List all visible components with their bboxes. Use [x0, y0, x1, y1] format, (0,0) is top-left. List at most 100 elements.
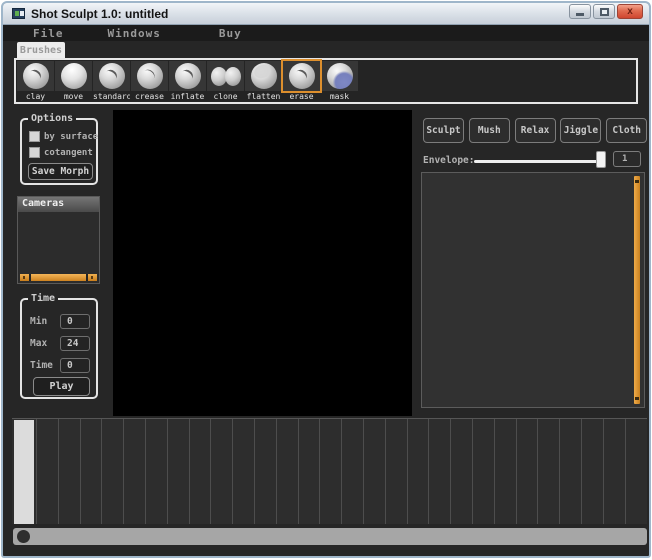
- cameras-panel[interactable]: Cameras: [17, 196, 100, 284]
- save-morph-button[interactable]: Save Morph: [28, 163, 93, 180]
- menu-item-buy[interactable]: Buy: [219, 27, 242, 40]
- timeline-gridline: [559, 419, 560, 524]
- checkbox-icon[interactable]: [29, 131, 40, 142]
- timeline-playhead[interactable]: [14, 420, 34, 524]
- scrollbar-left-cap[interactable]: [20, 274, 29, 281]
- maximize-button[interactable]: [593, 4, 615, 19]
- brush-cell-erase[interactable]: [283, 61, 320, 91]
- time-title: Time: [28, 293, 58, 304]
- scrollbar-knob[interactable]: [17, 530, 30, 543]
- time-row-min: Min 0: [30, 314, 90, 329]
- title-bar[interactable]: Shot Sculpt 1.0: untitled x: [3, 3, 649, 25]
- scrollbar-right-cap[interactable]: [88, 274, 97, 281]
- timeline-gridline: [603, 419, 604, 524]
- close-button[interactable]: x: [617, 4, 643, 19]
- brush-cell-mask[interactable]: [321, 61, 358, 91]
- app-icon: [12, 8, 25, 19]
- mode-button-jiggle[interactable]: Jiggle: [560, 118, 601, 143]
- time-row-max: Max 24: [30, 336, 90, 351]
- minimize-button[interactable]: [569, 4, 591, 19]
- brush-sphere-icon: [137, 63, 163, 89]
- list-vertical-scrollbar[interactable]: [634, 176, 640, 404]
- timeline-gridline: [145, 419, 146, 524]
- menu-item-windows[interactable]: Windows: [108, 27, 161, 40]
- timeline-gridline: [123, 419, 124, 524]
- timeline-gridline: [341, 419, 342, 524]
- brush-cell-standard[interactable]: [93, 61, 130, 91]
- cameras-header: Cameras: [18, 197, 99, 212]
- max-label: Max: [30, 338, 60, 349]
- timeline-horizontal-scrollbar[interactable]: [13, 528, 647, 545]
- timeline-gridline: [428, 419, 429, 524]
- time-label: Time: [30, 360, 60, 371]
- brush-cell-crease[interactable]: [131, 61, 168, 91]
- checkbox-label: cotangent: [44, 148, 93, 158]
- scrollbar-thumb[interactable]: [31, 274, 86, 281]
- options-title: Options: [28, 113, 76, 124]
- timeline-gridline: [625, 419, 626, 524]
- mode-button-cloth[interactable]: Cloth: [606, 118, 647, 143]
- brush-sphere-icon: [213, 63, 239, 89]
- timeline-gridline: [298, 419, 299, 524]
- layers-list-panel[interactable]: [421, 172, 645, 408]
- timeline-gridline: [363, 419, 364, 524]
- max-field[interactable]: 24: [60, 336, 90, 351]
- brush-label-clay: clay: [17, 92, 54, 101]
- brush-sphere-icon: [289, 63, 315, 89]
- envelope-value-field[interactable]: 1: [613, 151, 641, 167]
- close-icon: x: [627, 7, 633, 17]
- min-field[interactable]: 0: [60, 314, 90, 329]
- mode-button-relax[interactable]: Relax: [515, 118, 556, 143]
- timeline-gridline: [385, 419, 386, 524]
- timeline-gridline: [101, 419, 102, 524]
- brush-cell-inflate[interactable]: [169, 61, 206, 91]
- timeline-gridline: [319, 419, 320, 524]
- timeline-gridline: [472, 419, 473, 524]
- brush-sphere-icon: [99, 63, 125, 89]
- envelope-label: Envelope:: [423, 155, 474, 166]
- timeline-gridline: [254, 419, 255, 524]
- brush-sphere-icon: [327, 63, 353, 89]
- time-row-time: Time 0: [30, 358, 90, 373]
- brush-cell-clay[interactable]: [17, 61, 54, 91]
- brush-label-move: move: [55, 92, 92, 101]
- envelope-slider-handle[interactable]: [596, 151, 606, 168]
- envelope-slider-track[interactable]: [474, 160, 602, 163]
- options-groupbox: Options by surface cotangent Save Morph: [20, 118, 98, 185]
- brush-cell-move[interactable]: [55, 61, 92, 91]
- timeline-gridline: [450, 419, 451, 524]
- brush-sphere-icon: [251, 63, 277, 89]
- timeline-gridline: [581, 419, 582, 524]
- mode-button-mush[interactable]: Mush: [469, 118, 510, 143]
- window-controls: x: [569, 4, 643, 19]
- checkbox-icon[interactable]: [29, 147, 40, 158]
- brush-sphere-icon: [175, 63, 201, 89]
- screen: Shot Sculpt 1.0: untitled x File Windows B…: [0, 0, 652, 560]
- time-field[interactable]: 0: [60, 358, 90, 373]
- app-body: File Windows Buy Brushes: [3, 25, 649, 556]
- window-title: Shot Sculpt 1.0: untitled: [31, 7, 168, 21]
- cameras-horizontal-scrollbar[interactable]: [20, 274, 97, 281]
- checkbox-cotangent[interactable]: cotangent: [29, 147, 93, 158]
- timeline-gridline: [189, 419, 190, 524]
- brush-cell-clone[interactable]: [207, 61, 244, 91]
- brush-label-mask: mask: [321, 92, 358, 101]
- timeline-gridline: [80, 419, 81, 524]
- tab-brushes[interactable]: Brushes: [17, 42, 65, 58]
- timeline-gridline: [407, 419, 408, 524]
- menu-bar: File Windows Buy: [3, 25, 649, 41]
- play-button[interactable]: Play: [33, 377, 90, 396]
- brush-label-flatten: flatten: [245, 92, 282, 101]
- time-groupbox: Time Min 0 Max 24 Time 0 Play: [20, 298, 98, 399]
- menu-item-file[interactable]: File: [33, 27, 64, 40]
- timeline[interactable]: [12, 418, 647, 524]
- min-label: Min: [30, 316, 60, 327]
- sculpt-viewport[interactable]: [113, 110, 412, 416]
- timeline-gridline: [516, 419, 517, 524]
- maximize-icon: [600, 8, 609, 16]
- brush-label-standard: standard: [93, 92, 130, 101]
- brush-cell-flatten[interactable]: [245, 61, 282, 91]
- checkbox-by-surface[interactable]: by surface: [29, 131, 98, 142]
- mode-button-sculpt[interactable]: Sculpt: [423, 118, 464, 143]
- timeline-gridline: [537, 419, 538, 524]
